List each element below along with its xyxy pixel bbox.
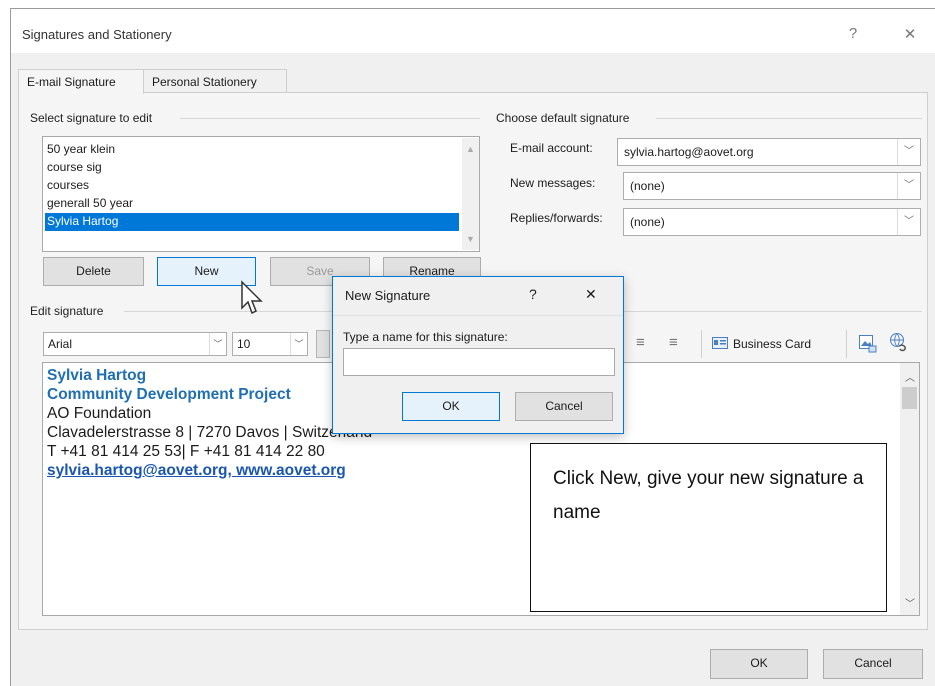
group-divider — [656, 118, 922, 119]
delete-button[interactable]: Delete — [43, 257, 144, 286]
signature-name-input[interactable] — [343, 348, 615, 376]
bold-button[interactable] — [316, 330, 330, 358]
signature-organization: AO Foundation — [47, 405, 152, 422]
replies-forwards-value: (none) — [630, 215, 665, 229]
ok-button[interactable]: OK — [710, 649, 808, 679]
help-icon[interactable]: ? — [843, 25, 863, 42]
select-signature-label: Select signature to edit — [30, 111, 153, 125]
scroll-down-icon[interactable]: ﹀ — [905, 595, 915, 610]
replies-forwards-select[interactable]: (none) ﹀ — [623, 208, 921, 236]
scroll-up-icon[interactable]: ︿ — [905, 369, 915, 384]
instruction-callout: Click New, give your new signature a nam… — [530, 443, 887, 612]
new-messages-label: New messages: — [510, 176, 596, 190]
business-card-icon — [712, 337, 728, 349]
list-item[interactable]: course sig — [45, 159, 459, 177]
dialog-ok-button[interactable]: OK — [402, 392, 500, 421]
signature-name-prompt: Type a name for this signature: — [343, 330, 508, 344]
new-messages-select[interactable]: (none) ﹀ — [623, 172, 921, 200]
signature-address: Clavadelerstrasse 8 | 7270 Davos | Switz… — [47, 424, 373, 441]
signature-list[interactable]: 50 year klein course sig courses general… — [42, 136, 480, 252]
scroll-thumb[interactable] — [902, 387, 917, 409]
edit-signature-label: Edit signature — [30, 304, 104, 318]
insert-picture-icon[interactable] — [858, 334, 878, 354]
signature-project: Community Development Project — [47, 386, 291, 403]
scroll-down-icon[interactable]: ▼ — [466, 234, 475, 244]
scroll-up-icon[interactable]: ▲ — [466, 144, 475, 154]
new-signature-title: New Signature — [345, 288, 431, 303]
chevron-down-icon[interactable]: ﹀ — [209, 333, 226, 355]
toolbar-divider — [701, 330, 702, 358]
align-center-icon[interactable]: ≡ — [636, 334, 645, 351]
list-item[interactable]: courses — [45, 177, 459, 195]
default-signature-label: Choose default signature — [496, 111, 630, 125]
help-icon[interactable]: ? — [529, 286, 537, 302]
editor-scrollbar[interactable]: ︿ ﹀ — [900, 363, 919, 615]
new-messages-value: (none) — [630, 179, 665, 193]
list-item[interactable]: generall 50 year — [45, 195, 459, 213]
hyperlink-icon[interactable] — [889, 332, 909, 354]
list-scrollbar[interactable]: ▲ ▼ — [462, 138, 479, 250]
font-value: Arial — [48, 337, 73, 351]
window-title: Signatures and Stationery — [22, 27, 172, 42]
font-select[interactable]: Arial ﹀ — [43, 332, 227, 356]
email-account-select[interactable]: sylvia.hartog@aovet.org ﹀ — [617, 138, 921, 166]
signature-phone: T +41 81 414 25 53| F +41 81 414 22 80 — [47, 443, 325, 460]
tab-personal-stationery[interactable]: Personal Stationery — [143, 69, 287, 93]
close-icon[interactable]: ✕ — [900, 25, 920, 43]
chevron-down-icon[interactable]: ﹀ — [290, 333, 307, 355]
signature-name: Sylvia Hartog — [47, 367, 147, 384]
signature-links[interactable]: sylvia.hartog@aovet.org, www.aovet.org — [47, 461, 346, 480]
business-card-label: Business Card — [733, 337, 812, 351]
close-icon[interactable]: ✕ — [585, 286, 597, 303]
font-size-select[interactable]: 10 ﹀ — [232, 332, 308, 356]
email-account-value: sylvia.hartog@aovet.org — [624, 145, 754, 159]
chevron-down-icon[interactable]: ﹀ — [897, 139, 920, 165]
align-right-icon[interactable]: ≡ — [669, 334, 678, 351]
tab-personal-stationery-label: Personal Stationery — [152, 75, 257, 89]
chevron-down-icon[interactable]: ﹀ — [897, 173, 920, 199]
chevron-down-icon[interactable]: ﹀ — [897, 209, 920, 235]
tab-email-signature[interactable]: E-mail Signature — [18, 69, 144, 94]
replies-forwards-label: Replies/forwards: — [510, 211, 603, 225]
tab-email-signature-label: E-mail Signature — [27, 75, 116, 89]
dialog-cancel-button[interactable]: Cancel — [515, 392, 613, 421]
list-item[interactable]: 50 year klein — [45, 141, 459, 159]
group-divider — [180, 118, 480, 119]
toolbar-divider — [846, 330, 847, 358]
list-item-selected[interactable]: Sylvia Hartog — [45, 213, 459, 231]
email-account-label: E-mail account: — [510, 141, 593, 155]
new-signature-dialog: New Signature ? ✕ Type a name for this s… — [332, 276, 624, 434]
cancel-button[interactable]: Cancel — [823, 649, 923, 679]
font-size-value: 10 — [237, 337, 251, 351]
mouse-pointer-icon — [241, 280, 263, 315]
